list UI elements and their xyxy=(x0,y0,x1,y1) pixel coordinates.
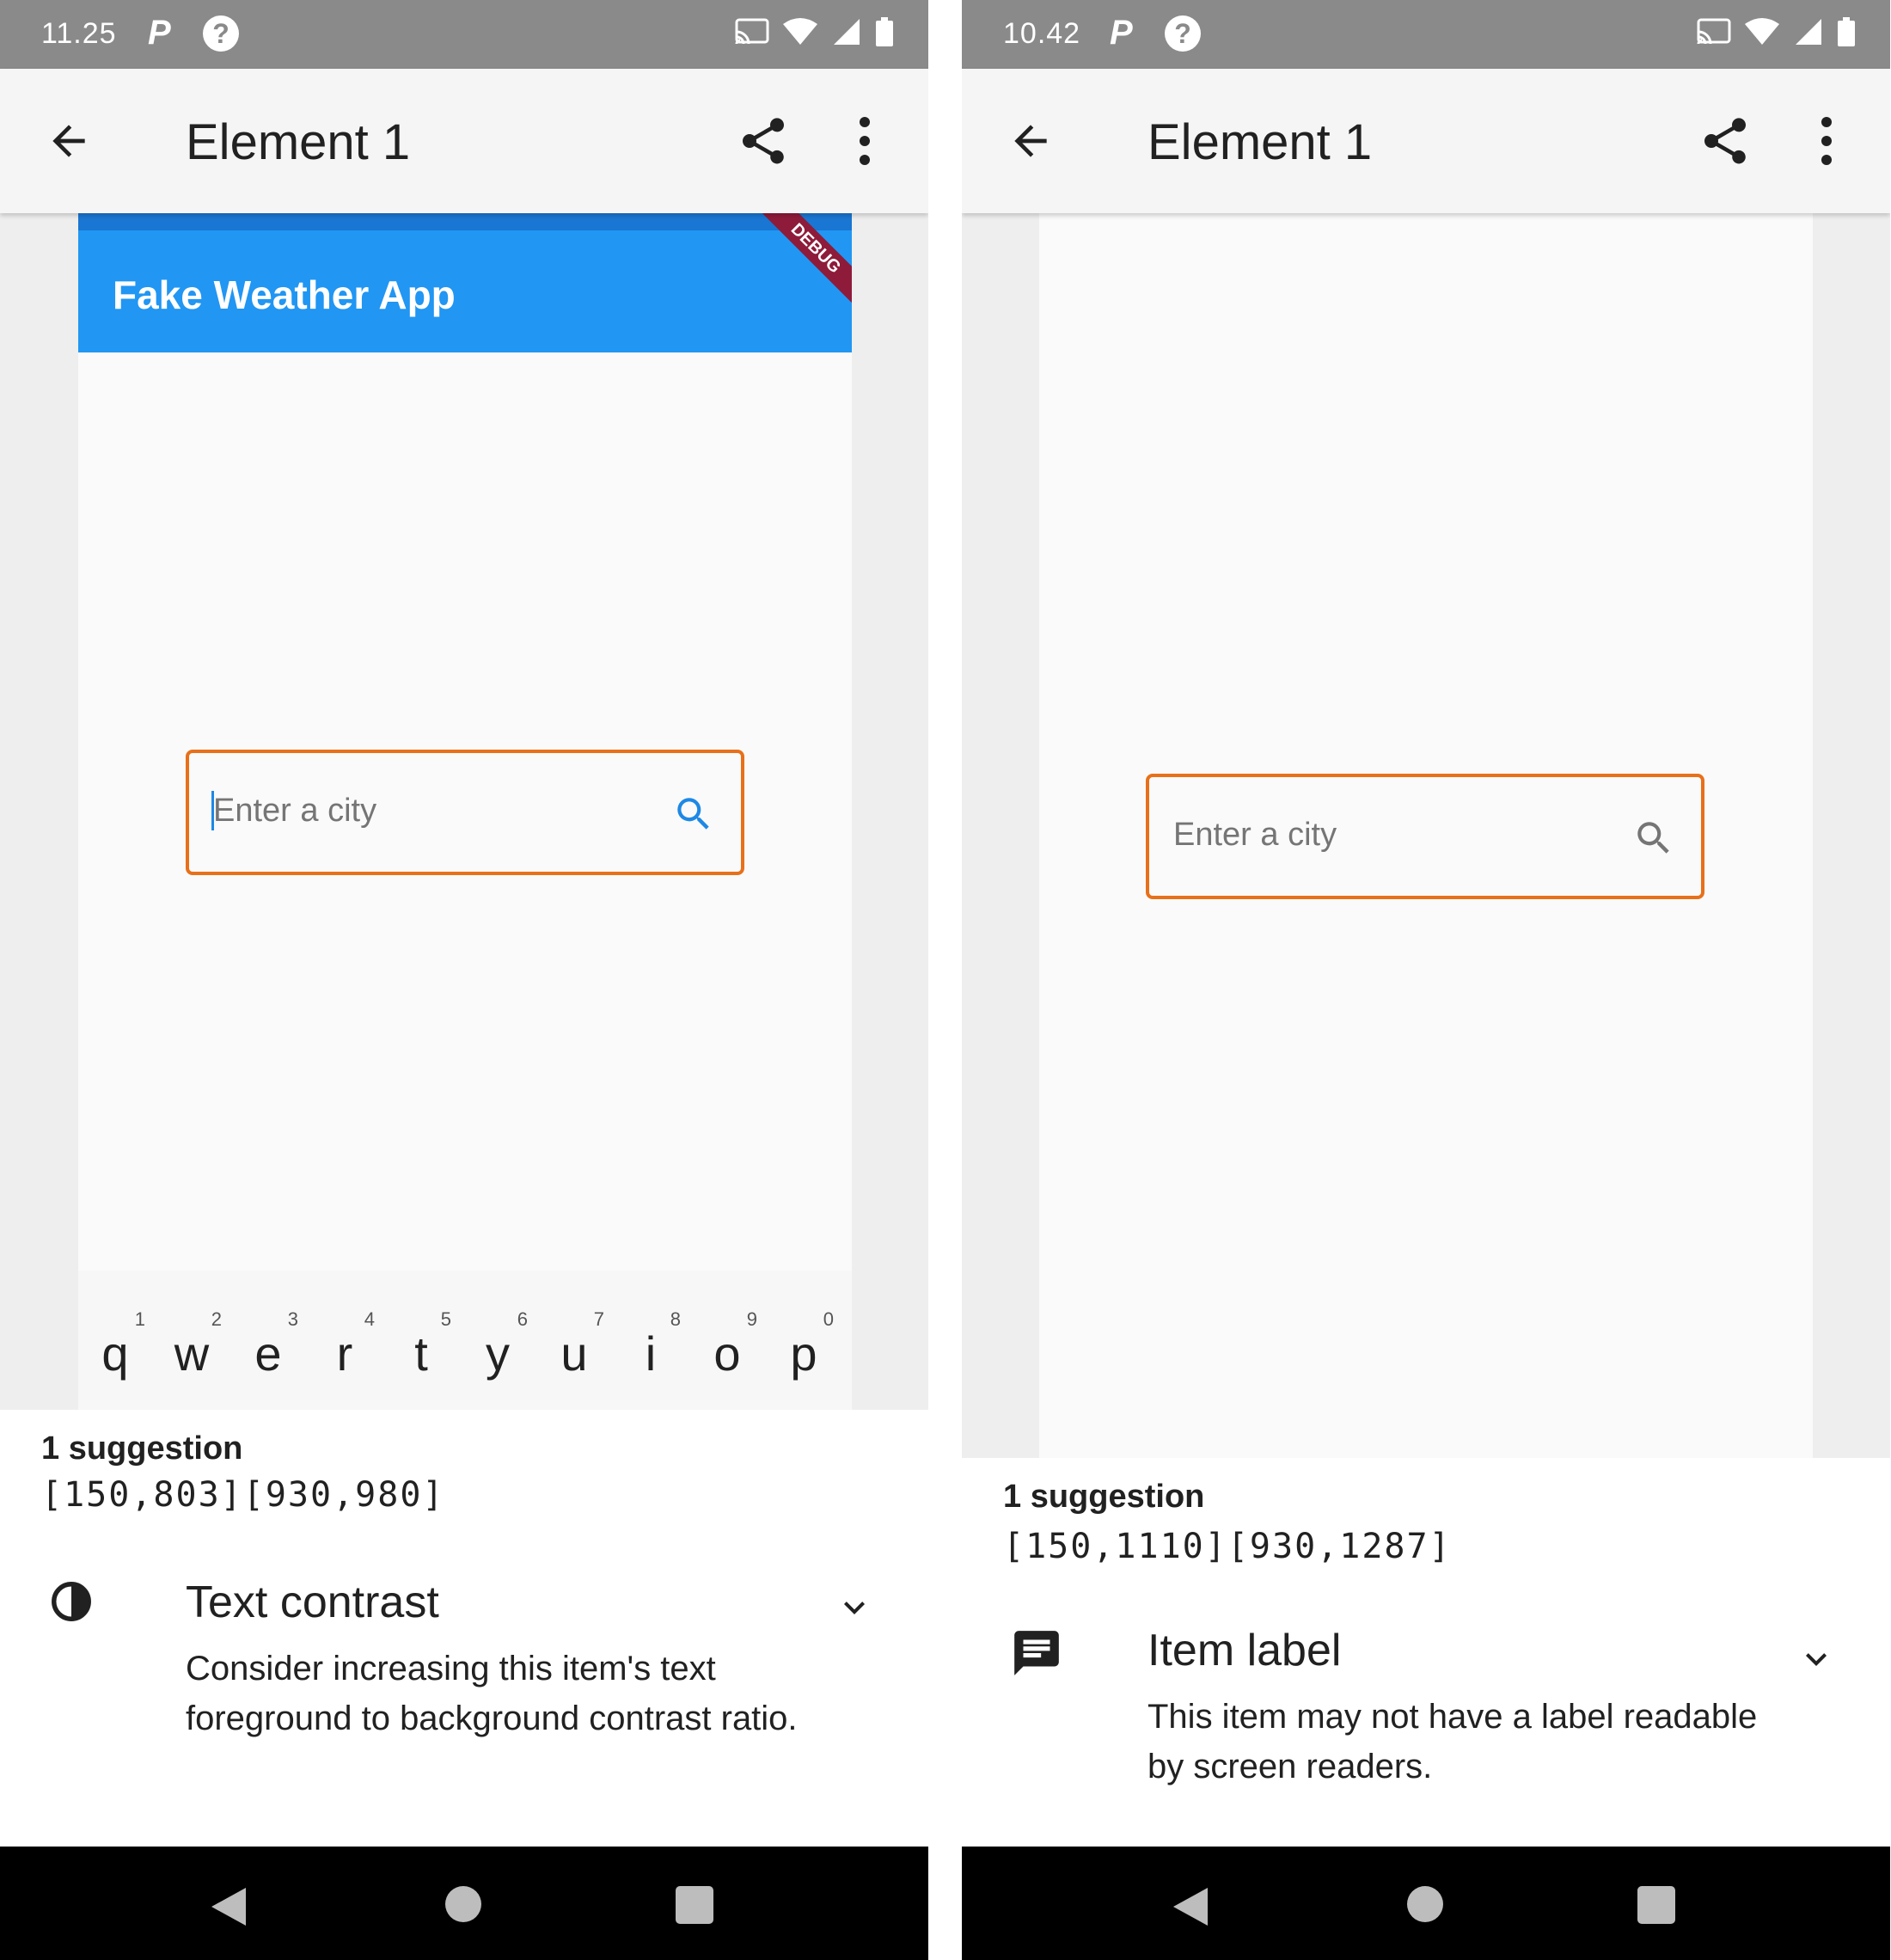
phone-screen-left: 11.25 P ? Element 1 Fake Weather App DEB… xyxy=(0,0,928,1960)
more-options-icon[interactable] xyxy=(858,117,872,165)
keyboard-key[interactable]: 1q xyxy=(82,1296,157,1382)
keyboard-key[interactable]: 6y xyxy=(464,1296,540,1382)
suggestion-count: 1 suggestion xyxy=(41,1430,243,1467)
message-icon xyxy=(1014,1631,1059,1675)
app-screen: Fake Weather App DEBUG Enter a city 1q 2… xyxy=(78,213,852,1410)
top-app-bar: Element 1 xyxy=(962,69,1890,213)
back-arrow-icon[interactable] xyxy=(1007,117,1055,165)
key-letter: p xyxy=(790,1326,817,1381)
weather-app-bar: Fake Weather App DEBUG xyxy=(78,213,852,352)
back-arrow-icon[interactable] xyxy=(45,117,93,165)
search-icon[interactable] xyxy=(1632,817,1675,860)
status-bar: 11.25 P ? xyxy=(0,0,928,69)
cast-icon xyxy=(735,18,769,45)
chevron-down-icon[interactable] xyxy=(1796,1638,1837,1680)
app-screen: Enter a city xyxy=(1039,213,1813,1458)
cast-icon xyxy=(1697,18,1731,45)
key-letter: o xyxy=(713,1326,741,1381)
suggestion-count: 1 suggestion xyxy=(1003,1479,1205,1515)
keyboard-key[interactable]: 8i xyxy=(617,1296,693,1382)
top-app-bar: Element 1 xyxy=(0,69,928,213)
element-bounds: [150,803][930,980] xyxy=(41,1475,445,1515)
battery-icon xyxy=(1838,17,1855,46)
keyboard-key[interactable]: 5t xyxy=(388,1296,463,1382)
city-search-field[interactable]: Enter a city xyxy=(186,750,744,875)
key-letter: q xyxy=(101,1326,129,1381)
key-letter: i xyxy=(645,1326,657,1381)
share-icon[interactable] xyxy=(1698,113,1753,168)
parking-notification-icon: P xyxy=(1110,14,1133,52)
status-bar: 10.42 P ? xyxy=(962,0,1890,69)
app-screenshot: Enter a city xyxy=(962,213,1890,1458)
key-letter: u xyxy=(560,1326,588,1381)
wifi-icon xyxy=(783,18,818,45)
system-nav-bar xyxy=(0,1847,928,1960)
phone-screen-right: 10.42 P ? Element 1 Enter a city 1 sugge… xyxy=(962,0,1890,1960)
suggestion-panel: 1 suggestion [150,1110][930,1287] Item l… xyxy=(962,1458,1890,1847)
nav-back-icon[interactable] xyxy=(210,1886,248,1927)
parking-notification-icon: P xyxy=(148,14,171,52)
suggestion-panel: 1 suggestion [150,803][930,980] Text con… xyxy=(0,1410,928,1847)
status-time: 10.42 xyxy=(1003,17,1081,50)
suggestion-description: This item may not have a label readable … xyxy=(1147,1698,1758,1785)
suggestion-title[interactable]: Item label xyxy=(1147,1625,1341,1676)
nav-back-icon[interactable] xyxy=(1172,1886,1209,1927)
appbar-title: Element 1 xyxy=(186,114,411,170)
more-options-icon[interactable] xyxy=(1820,117,1833,165)
help-notification-icon: ? xyxy=(203,15,239,52)
search-icon[interactable] xyxy=(672,793,715,836)
weather-app-title: Fake Weather App xyxy=(113,273,456,317)
suggestion-title[interactable]: Text contrast xyxy=(186,1577,439,1628)
signal-icon xyxy=(1795,19,1821,45)
system-nav-bar xyxy=(962,1847,1890,1960)
keyboard-key[interactable]: 2w xyxy=(158,1296,234,1382)
share-icon[interactable] xyxy=(736,113,791,168)
keyboard-key[interactable]: 4r xyxy=(311,1296,387,1382)
status-icons xyxy=(726,17,894,52)
battery-icon xyxy=(876,17,893,46)
city-placeholder: Enter a city xyxy=(1173,817,1337,853)
app-screenshot: Fake Weather App DEBUG Enter a city 1q 2… xyxy=(0,213,928,1410)
nav-recents-icon[interactable] xyxy=(676,1886,713,1924)
keyboard-key[interactable]: 3e xyxy=(235,1296,310,1382)
nav-home-icon[interactable] xyxy=(1407,1886,1443,1922)
key-letter: w xyxy=(174,1326,210,1381)
element-bounds: [150,1110][930,1287] xyxy=(1003,1527,1452,1566)
keyboard-key[interactable]: 7u xyxy=(541,1296,616,1382)
suggestion-description: Consider increasing this item's text for… xyxy=(186,1650,798,1737)
nav-recents-icon[interactable] xyxy=(1637,1886,1675,1924)
weather-status-strip xyxy=(78,213,852,230)
appbar-title: Element 1 xyxy=(1147,114,1373,170)
key-letter: r xyxy=(336,1326,353,1381)
chevron-down-icon[interactable] xyxy=(834,1587,875,1628)
keyboard-key[interactable]: 9o xyxy=(694,1296,769,1382)
city-search-field[interactable]: Enter a city xyxy=(1146,774,1704,899)
status-time: 11.25 xyxy=(41,17,117,50)
contrast-icon xyxy=(52,1582,91,1621)
keyboard-key[interactable]: 0p xyxy=(770,1296,846,1382)
signal-icon xyxy=(833,19,860,45)
status-icons xyxy=(1688,17,1856,52)
key-letter: t xyxy=(414,1326,428,1381)
nav-home-icon[interactable] xyxy=(445,1886,481,1922)
keyboard-row: 1q 2w 3e 4r 5t 6y 7u 8i 9o 0p xyxy=(78,1271,852,1410)
key-letter: e xyxy=(254,1326,282,1381)
key-letter: y xyxy=(486,1326,510,1381)
wifi-icon xyxy=(1745,18,1780,45)
help-notification-icon: ? xyxy=(1165,15,1201,52)
city-placeholder: Enter a city xyxy=(213,793,377,829)
